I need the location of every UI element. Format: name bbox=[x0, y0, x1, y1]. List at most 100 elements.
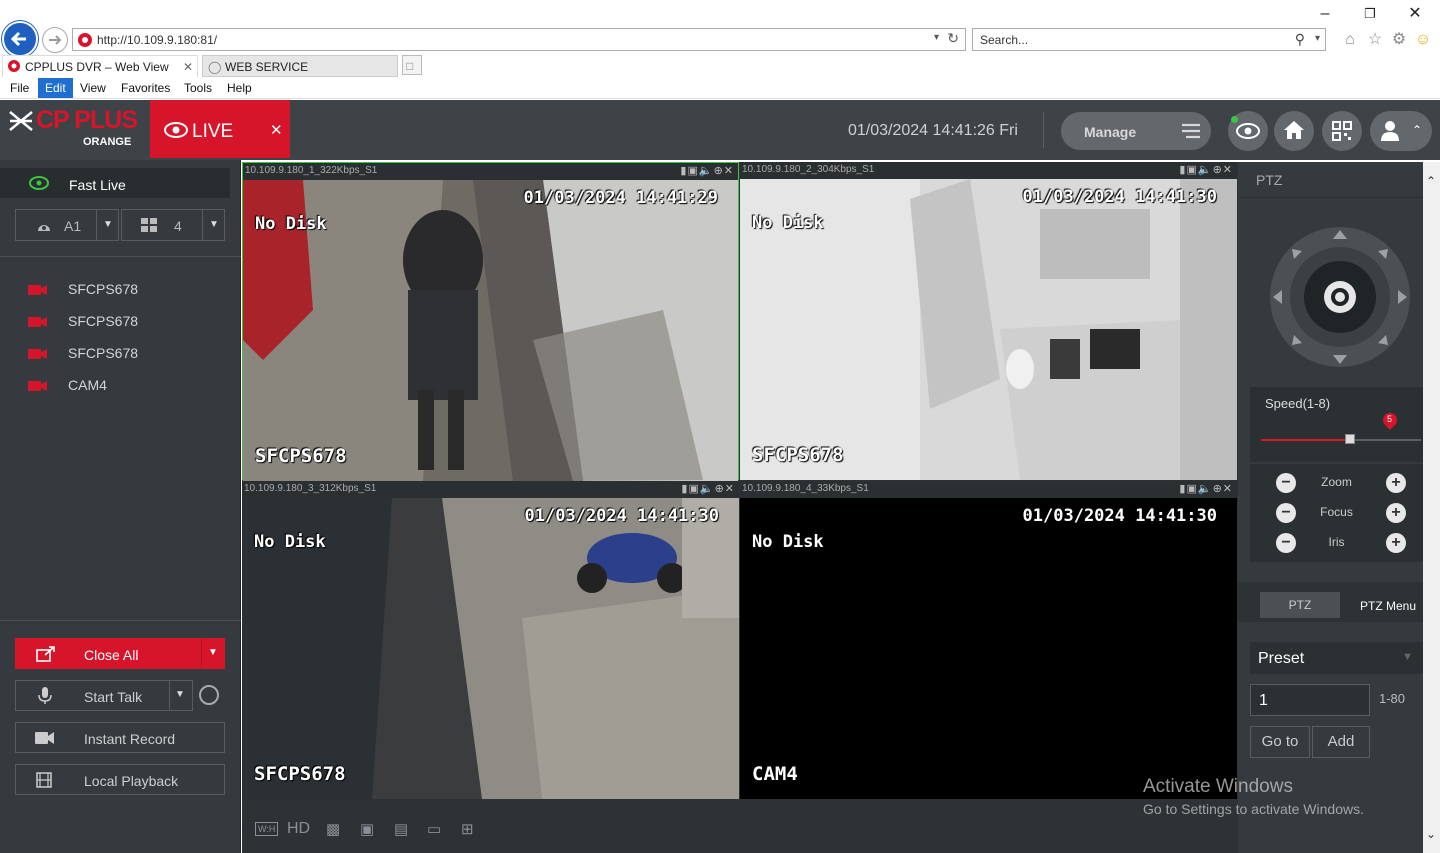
camera-list-item[interactable]: SFCPS678 bbox=[28, 343, 208, 365]
close-tab-icon[interactable]: ✕ bbox=[183, 56, 193, 78]
search-dropdown-icon[interactable]: ▾ bbox=[1315, 33, 1320, 44]
fit-screen-icon[interactable]: ▣ bbox=[360, 820, 374, 838]
favorites-star-icon[interactable]: ☆ bbox=[1365, 30, 1385, 50]
tab-ptz-menu[interactable]: PTZ Menu bbox=[1360, 599, 1416, 613]
home-icon[interactable]: ⌂ bbox=[1340, 30, 1360, 50]
hd-button[interactable]: HD bbox=[287, 820, 310, 838]
chevron-up-icon: ⌃ bbox=[1412, 123, 1423, 137]
button-divider bbox=[169, 681, 170, 710]
camera-list-item[interactable]: CAM4 bbox=[28, 375, 208, 397]
cell-toolbar[interactable]: ▮▣🔈⊕✕ bbox=[681, 482, 735, 495]
new-tab-button[interactable]: □ bbox=[402, 55, 422, 75]
smart-stream-icon[interactable]: ▩ bbox=[326, 820, 340, 838]
tab-web-service[interactable]: ◯ WEB SERVICE bbox=[202, 55, 398, 77]
smiley-feedback-icon[interactable]: ☺ bbox=[1413, 30, 1433, 50]
osd-timestamp: 01/03/2024 14:41:29 bbox=[523, 188, 718, 208]
ptz-lens-controls: − Zoom + − Focus + − Iris + bbox=[1250, 464, 1423, 562]
header-datetime: 01/03/2024 14:41:26 Fri bbox=[848, 122, 1018, 139]
video-cell-1[interactable]: 10.109.9.180_1_322Kbps_S1 ▮▣🔈⊕✕ 01/03/20… bbox=[242, 162, 739, 481]
logo-mark-icon bbox=[9, 111, 33, 131]
menu-bar: File Edit View Favorites Tools Help bbox=[0, 78, 1440, 99]
preset-number-input[interactable]: 1 bbox=[1250, 684, 1370, 716]
layout-select[interactable]: 4 ▼ bbox=[121, 209, 225, 241]
scroll-down-icon[interactable]: ⌄ bbox=[1426, 827, 1436, 841]
cell-title-bar: 10.109.9.180_2_304Kbps_S1 ▮▣🔈⊕✕ bbox=[740, 162, 1237, 179]
site-favicon-icon bbox=[78, 33, 92, 47]
camera-list-item[interactable]: SFCPS678 bbox=[28, 279, 208, 301]
menu-tools[interactable]: Tools bbox=[184, 81, 212, 95]
aspect-ratio-button[interactable]: W:H bbox=[255, 822, 279, 836]
microphone-icon bbox=[38, 687, 52, 704]
video-cell-4[interactable]: 10.109.9.180_4_33Kbps_S1 ▮▣🔈⊕✕ 01/03/202… bbox=[740, 481, 1237, 799]
menu-file[interactable]: File bbox=[10, 81, 29, 95]
local-playback-button[interactable]: Local Playback bbox=[15, 764, 225, 795]
cell-title-bar: 10.109.9.180_3_312Kbps_S1 ▮▣🔈⊕✕ bbox=[242, 481, 739, 498]
channel-group-select[interactable]: A1 ▼ bbox=[15, 209, 119, 241]
speed-label: Speed(1-8) bbox=[1265, 396, 1331, 411]
add-preset-button[interactable]: Add bbox=[1312, 726, 1370, 758]
preset-number-value: 1 bbox=[1259, 692, 1268, 709]
cell-toolbar[interactable]: ▮▣🔈⊕✕ bbox=[1179, 163, 1233, 176]
start-talk-button[interactable]: Start Talk ▼ bbox=[15, 680, 193, 711]
camera-icon bbox=[28, 381, 47, 391]
speed-slider-handle[interactable] bbox=[1345, 434, 1355, 444]
goto-preset-button[interactable]: Go to bbox=[1250, 726, 1310, 758]
talk-status-indicator[interactable] bbox=[199, 685, 219, 705]
camera-list-item[interactable]: SFCPS678 bbox=[28, 311, 208, 333]
manage-button[interactable]: Manage bbox=[1061, 112, 1211, 150]
url-text: http://10.109.9.180:81/ bbox=[97, 33, 218, 47]
close-all-label: Close All bbox=[84, 647, 139, 663]
button-divider bbox=[201, 639, 202, 668]
search-icon[interactable]: ⚲ bbox=[1295, 31, 1305, 48]
qr-code-button[interactable] bbox=[1322, 111, 1362, 151]
quad-view-icon[interactable]: ⊞ bbox=[461, 820, 474, 838]
panel-divider bbox=[0, 256, 241, 257]
close-live-tab-icon[interactable]: ✕ bbox=[270, 121, 283, 139]
single-view-icon[interactable]: ▭ bbox=[427, 820, 441, 838]
activate-windows-title: Activate Windows bbox=[1143, 776, 1293, 797]
menu-favorites[interactable]: Favorites bbox=[121, 81, 170, 95]
search-input[interactable]: Search... ⚲ ▾ bbox=[972, 28, 1326, 51]
address-bar[interactable]: http://10.109.9.180:81/ ▾ ↻ bbox=[72, 28, 966, 51]
menu-view[interactable]: View bbox=[80, 81, 106, 95]
menu-help[interactable]: Help bbox=[227, 81, 252, 95]
scroll-up-icon[interactable]: ⌃ bbox=[1426, 174, 1436, 188]
user-menu-button[interactable]: ⌃ bbox=[1370, 111, 1432, 151]
osd-timestamp: 01/03/2024 14:41:30 bbox=[524, 506, 719, 526]
tab-cpplus-dvr[interactable]: CPPLUS DVR – Web View ✕ bbox=[2, 55, 198, 77]
video-cell-2[interactable]: 10.109.9.180_2_304Kbps_S1 ▮▣🔈⊕✕ 01/03/20… bbox=[740, 162, 1237, 480]
refresh-icon[interactable]: ↻ bbox=[947, 30, 959, 47]
ptz-direction-pad[interactable] bbox=[1269, 226, 1411, 368]
chevron-down-icon[interactable]: ▼ bbox=[175, 689, 185, 700]
new-tab-icon: □ bbox=[406, 59, 414, 73]
home-button[interactable] bbox=[1274, 111, 1314, 151]
live-view-button[interactable] bbox=[1228, 111, 1268, 151]
tab-ptz[interactable]: PTZ bbox=[1260, 592, 1340, 618]
page-scrollbar[interactable]: ⌃ ⌄ bbox=[1423, 162, 1440, 853]
preset-select[interactable]: Preset ▼ bbox=[1250, 642, 1423, 674]
iris-open-button[interactable]: + bbox=[1386, 533, 1406, 553]
fast-live-header[interactable]: Fast Live bbox=[0, 168, 230, 198]
tab-live[interactable]: LIVE ✕ bbox=[150, 100, 290, 158]
cell-toolbar[interactable]: ▮▣🔈⊕✕ bbox=[680, 164, 734, 177]
camera-feed: 01/03/2024 14:41:30 No Disk SFCPS678 bbox=[740, 179, 1237, 480]
minimize-button[interactable]: – bbox=[1310, 4, 1340, 24]
user-icon bbox=[1381, 121, 1399, 141]
close-all-button[interactable]: Close All ▼ bbox=[15, 638, 225, 669]
video-cell-3[interactable]: 10.109.9.180_3_312Kbps_S1 ▮▣🔈⊕✕ 01/03/20… bbox=[242, 481, 739, 799]
instant-record-button[interactable]: Instant Record bbox=[15, 722, 225, 753]
focus-far-button[interactable]: + bbox=[1386, 503, 1406, 523]
restore-button[interactable]: ❐ bbox=[1355, 4, 1385, 24]
settings-gear-icon[interactable]: ⚙ bbox=[1389, 30, 1409, 50]
close-window-button[interactable]: ✕ bbox=[1400, 4, 1430, 24]
menu-edit[interactable]: Edit bbox=[38, 78, 73, 98]
home-icon bbox=[1284, 121, 1304, 139]
zoom-in-button[interactable]: + bbox=[1386, 473, 1406, 493]
window-mode-icon[interactable]: ▤ bbox=[394, 820, 408, 838]
forward-button[interactable] bbox=[42, 27, 68, 53]
cell-toolbar[interactable]: ▮▣🔈⊕✕ bbox=[1179, 482, 1233, 495]
url-dropdown-icon[interactable]: ▾ bbox=[934, 32, 939, 43]
back-button[interactable] bbox=[2, 21, 38, 57]
cell-title-bar: 10.109.9.180_1_322Kbps_S1 ▮▣🔈⊕✕ bbox=[243, 163, 738, 180]
chevron-down-icon[interactable]: ▼ bbox=[208, 647, 218, 658]
